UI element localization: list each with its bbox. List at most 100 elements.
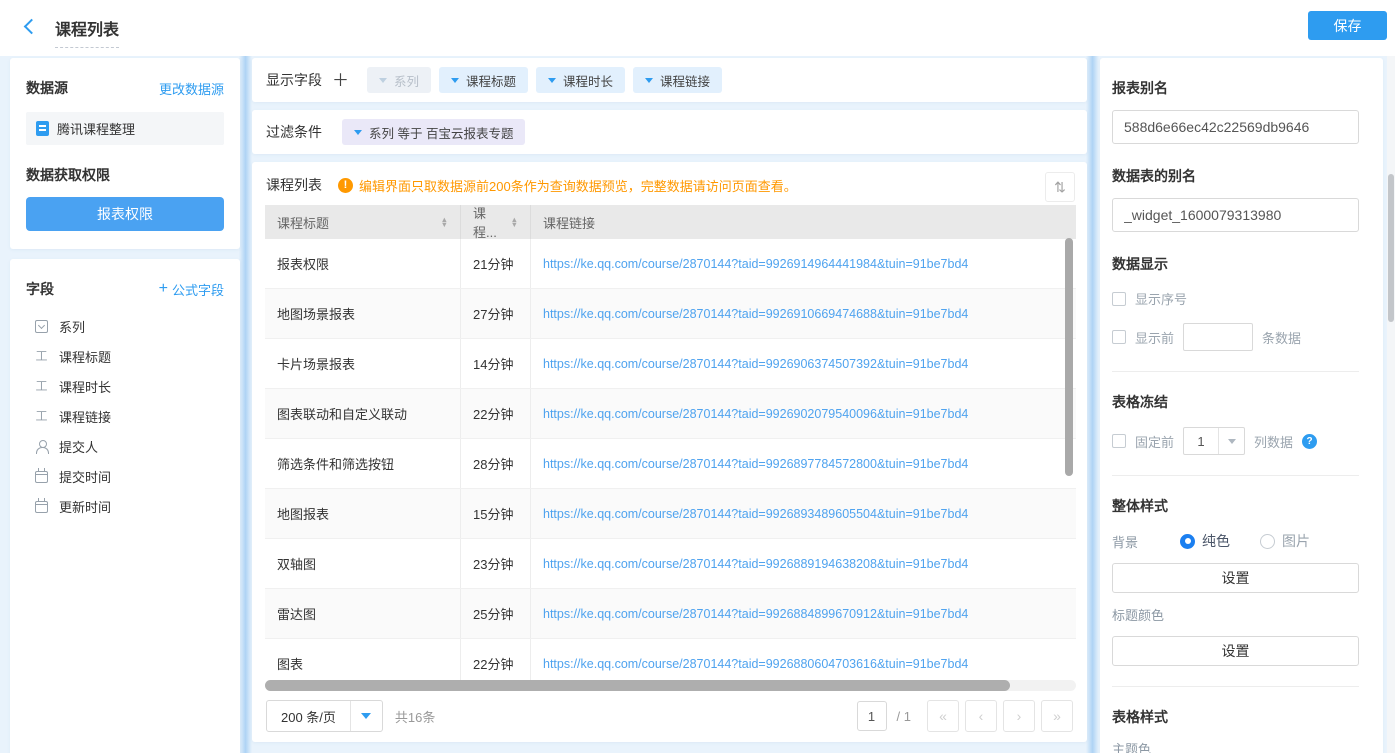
table-title: 课程列表 (266, 175, 322, 195)
title-color-label: 标题颜色 (1112, 605, 1359, 624)
sort-icon[interactable]: ▲▼ (511, 217, 518, 227)
report-alias-input[interactable] (1112, 110, 1359, 144)
course-link[interactable]: https://ke.qq.com/course/2870144?taid=99… (543, 607, 968, 621)
page-count: / 1 (897, 709, 911, 724)
field-item-submit-time[interactable]: 提交时间 (26, 461, 224, 491)
display-field-chip-course-duration[interactable]: 课程时长 (536, 67, 625, 93)
first-page-button[interactable]: « (927, 700, 959, 732)
course-link[interactable]: https://ke.qq.com/course/2870144?taid=99… (543, 357, 968, 371)
field-item-series[interactable]: 系列 (26, 311, 224, 341)
image-radio[interactable] (1260, 534, 1275, 549)
page-scrollbar[interactable] (1388, 174, 1394, 322)
field-item-course-title[interactable]: 工 课程标题 (26, 341, 224, 371)
freeze-title: 表格冻结 (1112, 392, 1359, 412)
chevron-down-icon (379, 78, 387, 83)
calendar-field-icon (35, 471, 48, 483)
table-row: 图表 22分钟 https://ke.qq.com/course/2870144… (265, 639, 1076, 683)
document-icon (36, 121, 49, 136)
text-field-icon: 工 (35, 380, 48, 393)
page-size-select[interactable]: 200 条/页 (266, 700, 383, 732)
display-fields-label: 显示字段 (266, 70, 322, 90)
title-color-set-button[interactable]: 设置 (1112, 636, 1359, 666)
column-header-course-duration: 课程... (473, 203, 503, 241)
cell-course-duration: 23分钟 (461, 539, 531, 588)
cell-course-title: 地图报表 (265, 489, 461, 538)
table-row: 图表联动和自定义联动 22分钟 https://ke.qq.com/course… (265, 389, 1076, 439)
cell-course-title: 地图场景报表 (265, 289, 461, 338)
solid-color-label: 纯色 (1202, 531, 1230, 551)
course-link[interactable]: https://ke.qq.com/course/2870144?taid=99… (543, 657, 968, 671)
top-bar: 课程列表 保存 (0, 0, 1395, 56)
column-header-course-title: 课程标题 (277, 213, 329, 232)
sort-icon[interactable]: ▲▼ (441, 217, 448, 227)
course-link[interactable]: https://ke.qq.com/course/2870144?taid=99… (543, 507, 968, 521)
display-field-chip-course-title[interactable]: 课程标题 (439, 67, 528, 93)
chevron-down-icon (548, 78, 556, 83)
page-number-input[interactable] (857, 701, 887, 731)
change-datasource-link[interactable]: 更改数据源 (159, 79, 224, 98)
table-horizontal-scrollbar[interactable] (265, 680, 1010, 691)
column-header-course-link: 课程链接 (543, 213, 595, 232)
background-set-button[interactable]: 设置 (1112, 563, 1359, 593)
page-title: 课程列表 (55, 16, 119, 48)
freeze-checkbox[interactable] (1112, 434, 1126, 448)
chevron-down-icon (645, 78, 653, 83)
show-index-checkbox[interactable] (1112, 292, 1126, 306)
preview-notice: ! 编辑界面只取数据源前200条作为查询数据预览，完整数据请访问页面查看。 (338, 176, 797, 195)
cell-course-duration: 21分钟 (461, 239, 531, 288)
display-field-chip-course-link[interactable]: 课程链接 (633, 67, 722, 93)
cell-course-duration: 22分钟 (461, 639, 531, 683)
next-page-button[interactable]: › (1003, 700, 1035, 732)
table-vertical-scrollbar[interactable] (1065, 238, 1073, 476)
add-display-field-button[interactable]: ＋ (332, 72, 349, 89)
freeze-count-select[interactable]: 1 (1183, 427, 1245, 455)
field-item-course-duration[interactable]: 工 课程时长 (26, 371, 224, 401)
show-first-suffix: 条数据 (1262, 328, 1301, 347)
table-alias-input[interactable] (1112, 198, 1359, 232)
cell-course-title: 图表 (265, 639, 461, 683)
display-field-chip-series[interactable]: 系列 (367, 67, 431, 93)
page-size-value: 200 条/页 (267, 707, 350, 726)
datasource-card: 数据源 更改数据源 腾讯课程整理 数据获取权限 报表权限 (10, 58, 240, 249)
cell-course-duration: 25分钟 (461, 589, 531, 638)
table-style-title: 表格样式 (1112, 707, 1359, 727)
filter-condition-chip[interactable]: 系列 等于 百宝云报表专题 (342, 119, 525, 145)
report-permission-button[interactable]: 报表权限 (26, 197, 224, 231)
last-page-button[interactable]: » (1041, 700, 1073, 732)
save-button[interactable]: 保存 (1308, 11, 1387, 40)
table-alias-label: 数据表的别名 (1112, 166, 1359, 186)
field-item-course-link[interactable]: 工 课程链接 (26, 401, 224, 431)
datasource-section-title: 数据源 (26, 78, 68, 98)
cell-course-duration: 14分钟 (461, 339, 531, 388)
table-header-row: 课程标题 ▲▼ 课程... ▲▼ 课程链接 (265, 205, 1076, 239)
field-list: 系列 工 课程标题 工 课程时长 工 课程链接 提交人 (26, 311, 224, 521)
add-formula-field-link[interactable]: + 公式字段 (159, 280, 224, 299)
course-link[interactable]: https://ke.qq.com/course/2870144?taid=99… (543, 407, 968, 421)
notice-text: 编辑界面只取数据源前200条作为查询数据预览，完整数据请访问页面查看。 (359, 176, 797, 195)
background-label: 背景 (1112, 532, 1180, 551)
user-field-icon (35, 440, 48, 453)
cell-course-title: 报表权限 (265, 239, 461, 288)
sort-toggle-button[interactable]: ⇅ (1045, 172, 1075, 202)
solid-color-radio[interactable] (1180, 534, 1195, 549)
show-first-checkbox[interactable] (1112, 330, 1126, 344)
field-item-submitter[interactable]: 提交人 (26, 431, 224, 461)
text-field-icon: 工 (35, 350, 48, 363)
course-link[interactable]: https://ke.qq.com/course/2870144?taid=99… (543, 307, 968, 321)
display-fields-card: 显示字段 ＋ 系列 课程标题 课程时长 课程链接 (252, 58, 1087, 102)
back-icon[interactable] (24, 20, 36, 32)
datasource-item[interactable]: 腾讯课程整理 (26, 112, 224, 145)
field-item-update-time[interactable]: 更新时间 (26, 491, 224, 521)
course-link[interactable]: https://ke.qq.com/course/2870144?taid=99… (543, 457, 968, 471)
table-row: 雷达图 25分钟 https://ke.qq.com/course/287014… (265, 589, 1076, 639)
course-table: 课程标题 ▲▼ 课程... ▲▼ 课程链接 (265, 205, 1076, 683)
prev-page-button[interactable]: ‹ (965, 700, 997, 732)
course-link[interactable]: https://ke.qq.com/course/2870144?taid=99… (543, 557, 968, 571)
help-icon[interactable]: ? (1302, 434, 1317, 449)
plus-icon: + (159, 281, 168, 297)
show-first-count-input[interactable] (1183, 323, 1253, 351)
data-display-title: 数据显示 (1112, 254, 1359, 274)
course-link[interactable]: https://ke.qq.com/course/2870144?taid=99… (543, 257, 968, 271)
show-first-label: 显示前 (1135, 328, 1174, 347)
chevron-down-icon (451, 78, 459, 83)
